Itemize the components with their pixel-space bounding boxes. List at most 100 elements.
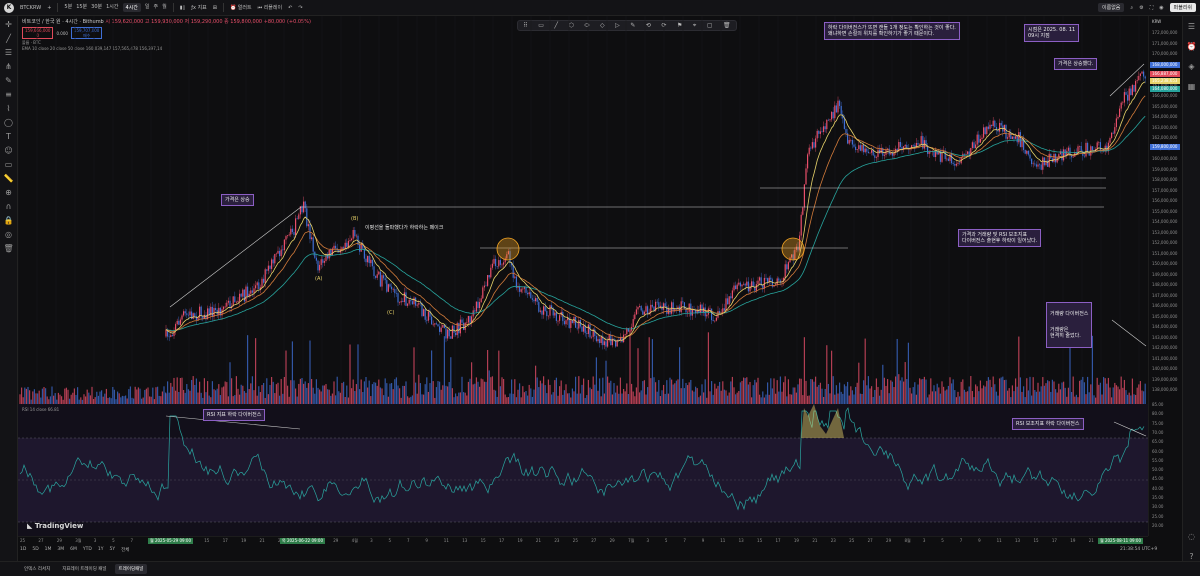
bottom-tab-2[interactable]: 트레이딩패널 [114, 564, 148, 574]
shapes-icon[interactable]: ◯ [4, 118, 14, 128]
add-symbol-icon[interactable]: + [47, 5, 51, 11]
period-4[interactable]: 6M [70, 547, 77, 555]
volume-bar [94, 397, 96, 404]
period-7[interactable]: 5Y [110, 547, 116, 555]
highlight-circle-left[interactable] [496, 237, 520, 261]
price-axis[interactable]: KRW 172,000,000171,000,000170,000,000169… [1148, 16, 1182, 536]
calendar-icon[interactable]: ▦ [1187, 82, 1197, 92]
volume-bar [173, 377, 175, 404]
interval-0[interactable]: 5분 [64, 3, 72, 12]
candle-body [549, 305, 551, 316]
alert-button[interactable]: ⏰ 얼러트 [230, 4, 252, 11]
bottom-tab-0[interactable]: 인덱스 리서치 [20, 564, 54, 574]
interval-1[interactable]: 15분 [76, 3, 87, 12]
alert-label: 얼러트 [237, 5, 252, 11]
measure-icon[interactable]: ▭ [4, 160, 14, 170]
note-volume-divergence[interactable]: 거래량 다이버전스 거래량은 현격히 줄었다. [1046, 302, 1093, 348]
eye-icon[interactable]: ◎ [4, 230, 14, 240]
zoom-icon[interactable]: ⊕ [4, 188, 14, 198]
note-divergence-drop[interactable]: 가격과 거래량 및 RSI 보조지표 다이버전스 출현후 하락이 일어났다. [958, 229, 1042, 247]
interval-3[interactable]: 1시간 [106, 3, 118, 12]
pattern-icon[interactable]: ⌇ [4, 104, 14, 114]
layers-icon[interactable]: ◈ [1187, 62, 1197, 72]
date-tick: 5 [112, 538, 115, 543]
volume-bar [221, 387, 223, 404]
chat-icon[interactable]: ◌ [1187, 532, 1197, 542]
candle-body [383, 275, 385, 279]
date-highlight: 월 2025-05-29 09:00 [148, 538, 193, 544]
interval-5[interactable]: 일 [145, 3, 150, 12]
note-divergence-candle[interactable]: 하락 다이버전스가 뜨면 캔들 1개 정도는 확인하는 것이 좋다. 왜냐하면 … [824, 22, 960, 40]
note-ma-fake[interactable]: 이평선을 돌파했다가 하락하는 페이크 [365, 224, 443, 231]
search-icon[interactable]: ⌕ [1130, 5, 1133, 11]
label-c[interactable]: (C) [387, 310, 394, 316]
volume-bar [323, 385, 325, 404]
price-chart[interactable] [18, 16, 1148, 536]
settings-icon[interactable]: ⚙ [1139, 5, 1143, 11]
templates-icon[interactable]: ⊞ [213, 5, 217, 11]
rsi-legend[interactable]: RSI 14 close 66.81 [22, 407, 59, 412]
period-8[interactable]: 전체 [121, 547, 129, 555]
highlight-circle-right[interactable] [781, 237, 805, 261]
period-2[interactable]: 1M [45, 547, 52, 555]
label-b[interactable]: (B) [351, 216, 358, 222]
fib-icon[interactable]: ≡ [4, 90, 14, 100]
candle-body [826, 119, 828, 130]
trash-icon[interactable]: 🗑 [4, 244, 14, 254]
interval-6[interactable]: 주 [154, 3, 159, 12]
bottom-tab-1[interactable]: 지표레이 트레이딩 패널 [58, 564, 110, 574]
volume-bars [19, 329, 1146, 404]
undo-icon[interactable]: ↶ [288, 5, 292, 11]
text-icon[interactable]: T [4, 132, 14, 142]
note-rsi-divergence-left[interactable]: RSI 지표 하락 다이버전스 [203, 409, 266, 421]
volume-bar [247, 335, 249, 404]
period-6[interactable]: 1Y [98, 547, 104, 555]
interval-7[interactable]: 월 [162, 3, 167, 12]
period-1[interactable]: 5D [32, 547, 38, 555]
volume-bar [56, 399, 58, 404]
magnet-icon[interactable]: ∩ [4, 202, 14, 212]
interval-2[interactable]: 30분 [91, 3, 102, 12]
volume-bar [1042, 377, 1044, 404]
alerts-icon[interactable]: ⏰ [1187, 42, 1197, 52]
indicators-button[interactable]: ƒx 지표 [191, 4, 207, 11]
volume-bar [434, 397, 436, 404]
pitchfork-icon[interactable]: ⋔ [4, 62, 14, 72]
app-logo-icon[interactable]: K [4, 2, 14, 13]
brush-icon[interactable]: ✎ [4, 76, 14, 86]
redo-icon[interactable]: ↷ [298, 5, 302, 11]
lock-icon[interactable]: 🔒 [4, 216, 14, 226]
replay-button[interactable]: ⏮ 리플레이 [258, 4, 283, 11]
candle-body [827, 119, 829, 121]
publish-button[interactable]: 퍼블리쉬 [1169, 3, 1196, 12]
fullscreen-icon[interactable]: ⛶ [1150, 5, 1154, 11]
note-price-up-right[interactable]: 가격은 상승했다. [1054, 58, 1098, 70]
volume-bar [752, 385, 754, 404]
clock-readout[interactable]: 21:38:54 UTC+9 [1120, 547, 1157, 552]
note-rsi-divergence-right[interactable]: RSI 보조지표 하락 다이버전스 [1012, 418, 1084, 430]
trend-line-icon[interactable]: ╱ [4, 34, 14, 44]
symbol-search[interactable]: BTCKRW [20, 5, 41, 11]
crosshair-icon[interactable]: ✛ [4, 20, 14, 30]
period-0[interactable]: 1D [20, 547, 26, 555]
note-price-up-left[interactable]: 가격은 상승 [221, 194, 254, 206]
period-5[interactable]: YTD [83, 547, 92, 555]
interval-4[interactable]: 4시간 [122, 3, 141, 12]
volume-bar [591, 389, 593, 404]
time-axis[interactable]: 25 27 29 3월 3 5 7 9 11 13 15 17 19 21 23 25 27 29 4월 3 5 7 9 11… [18, 536, 1148, 545]
label-a[interactable]: (A) [315, 276, 322, 282]
layout-button[interactable]: 이름없음 [1098, 3, 1125, 12]
watchlist-icon[interactable]: ☰ [1187, 22, 1197, 32]
candle-type-icon[interactable]: ▮▯ [180, 5, 186, 11]
volume-bar [634, 396, 636, 404]
emoji-icon[interactable]: ☺ [4, 146, 14, 156]
horizontal-lines-icon[interactable]: ☰ [4, 48, 14, 58]
ruler-icon[interactable]: 📏 [4, 174, 14, 184]
candle-body [736, 284, 738, 290]
period-3[interactable]: 3M [57, 547, 64, 555]
volume-bar [1040, 386, 1042, 404]
volume-bar [696, 388, 698, 404]
volume-divergence-line[interactable] [1111, 319, 1147, 347]
camera-icon[interactable]: ◉ [1159, 5, 1163, 11]
note-time-point[interactable]: 시점은 2025. 08. 11 09시 지점 [1024, 24, 1080, 42]
